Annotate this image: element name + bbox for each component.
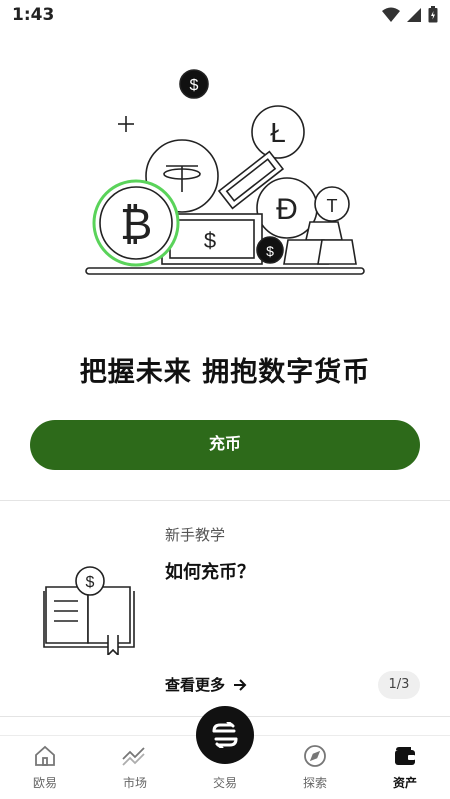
tutorial-category: 新手教学 <box>165 526 226 544</box>
hero-headline: 把握未来 拥抱数字货币 <box>79 357 371 388</box>
wallet-icon <box>395 747 415 765</box>
page-indicator: 1/3 <box>378 671 420 699</box>
svg-text:₿: ₿ <box>120 200 153 249</box>
svg-text:Đ: Đ <box>276 193 298 226</box>
dollar-coin-icon: $ <box>179 69 209 99</box>
book-illustration: $ <box>43 566 135 655</box>
nav-item-home[interactable]: 欧易 <box>0 744 90 791</box>
nav-item-market[interactable]: 市场 <box>90 744 180 791</box>
view-more-link[interactable]: 查看更多 <box>165 674 247 695</box>
crypto-illustration: $ Ł Đ T $ $ ₿ <box>85 69 365 275</box>
nav-label-explore: 探索 <box>302 776 327 790</box>
home-icon <box>35 745 55 766</box>
trade-fab-button[interactable] <box>196 706 254 764</box>
wifi-icon <box>382 7 400 22</box>
view-more-label: 查看更多 <box>165 676 226 694</box>
nav-label-market: 市场 <box>122 776 147 790</box>
status-icons <box>382 6 438 23</box>
plus-icon <box>118 116 134 132</box>
small-dollar-coin-icon: $ <box>256 236 284 264</box>
svg-text:Ł: Ł <box>270 117 286 148</box>
status-bar: 1:43 <box>0 0 450 32</box>
nav-item-explore[interactable]: 探索 <box>270 744 360 791</box>
svg-text:$: $ <box>266 243 274 259</box>
tron-coin-icon: T <box>314 186 350 222</box>
nav-label-home: 欧易 <box>32 776 57 790</box>
deposit-button[interactable]: 充币 <box>30 420 420 470</box>
signal-icon <box>407 7 421 22</box>
swap-icon <box>212 722 238 748</box>
arrow-right-icon <box>234 678 247 691</box>
nav-item-assets[interactable]: 资产 <box>360 744 450 791</box>
litecoin-icon: Ł <box>251 105 305 159</box>
shelf-line <box>85 267 365 275</box>
svg-text:$: $ <box>204 228 216 253</box>
nav-label-trade: 交易 <box>212 776 237 790</box>
status-time: 1:43 <box>12 5 55 25</box>
chart-icon <box>122 747 145 766</box>
battery-icon <box>428 6 438 23</box>
svg-text:$: $ <box>86 574 95 591</box>
tutorial-title: 如何充币？ <box>165 562 255 583</box>
svg-text:$: $ <box>190 77 199 94</box>
nav-label-assets: 资产 <box>392 776 417 790</box>
svg-text:T: T <box>327 196 338 216</box>
compass-icon <box>304 745 326 767</box>
bitcoin-coin-icon: ₿ <box>92 179 180 267</box>
